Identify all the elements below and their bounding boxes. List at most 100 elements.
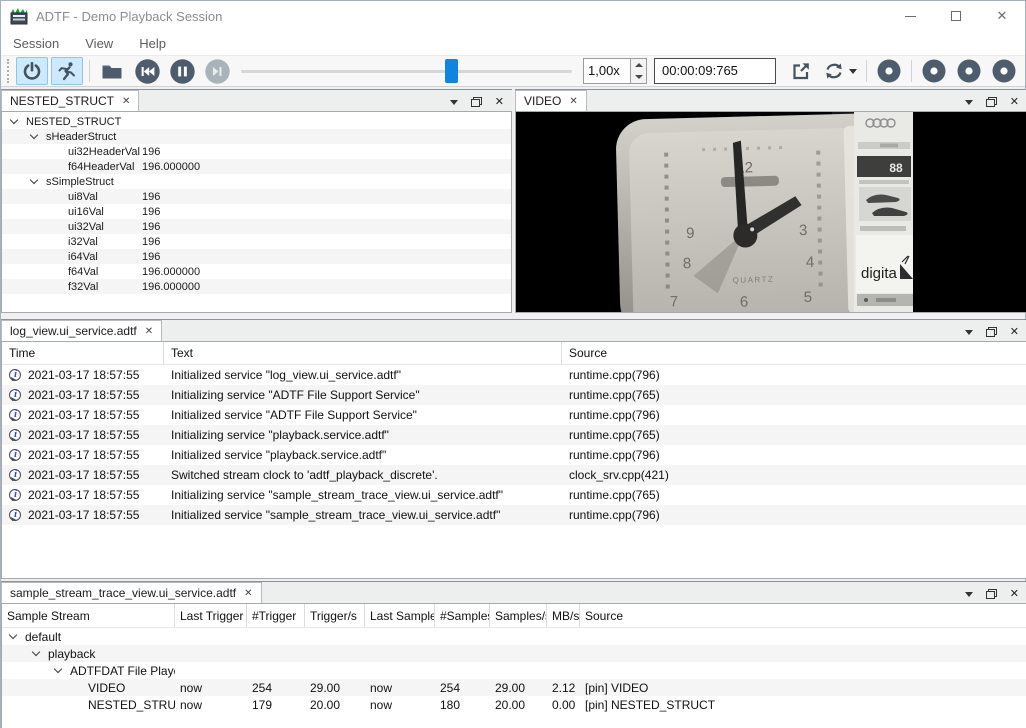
open-external-button[interactable]	[785, 57, 817, 85]
log-text: Initialized service "log_view.ui_service…	[164, 365, 562, 385]
tree-row[interactable]: i64Val196	[2, 249, 511, 264]
col-last-trigger[interactable]: Last Trigger	[175, 604, 247, 627]
speed-down-button[interactable]	[631, 71, 646, 83]
tab-log-view[interactable]: log_view.ui_service.adtf ✕	[1, 320, 162, 341]
speed-value[interactable]: 1,00x	[583, 58, 631, 84]
tab-close-icon[interactable]: ✕	[244, 588, 252, 599]
time-display-field[interactable]: 00:00:09:765	[654, 58, 776, 84]
col-samples-s[interactable]: Samples/s	[490, 604, 547, 627]
panel-float-icon[interactable]	[471, 97, 482, 107]
panel-close-icon[interactable]: ✕	[1010, 327, 1019, 337]
stream-row[interactable]: playback	[2, 645, 1026, 662]
seek-slider-handle[interactable]	[445, 59, 458, 83]
chevron-down-icon[interactable]	[30, 131, 38, 139]
tree-row[interactable]: sHeaderStruct	[2, 129, 511, 144]
close-button[interactable]: ✕	[979, 1, 1025, 31]
chevron-down-icon[interactable]	[32, 648, 40, 656]
power-button[interactable]	[16, 57, 48, 85]
stream-row[interactable]: VIDEO now25429.00now25429.002.12[pin] VI…	[2, 679, 1026, 696]
log-row[interactable]: 2021-03-17 18:57:55 Initialized service …	[2, 445, 1026, 465]
skip-to-start-button[interactable]	[131, 57, 163, 85]
tree-row[interactable]: ui32Val196	[2, 219, 511, 234]
col-time[interactable]: Time	[2, 342, 164, 364]
skip-to-start-icon	[134, 58, 161, 85]
record-marker-button-4[interactable]	[988, 57, 1020, 85]
tab-close-icon[interactable]: ✕	[569, 96, 577, 107]
tree-row[interactable]: ui16Val196	[2, 204, 511, 219]
app-window: ADTF - Demo Playback Session ✕ Session V…	[0, 0, 1026, 728]
panel-float-icon[interactable]	[986, 97, 997, 107]
tab-nested-struct[interactable]: NESTED_STRUCT ✕	[1, 90, 139, 111]
log-text: Switched stream clock to 'adtf_playback_…	[164, 465, 562, 485]
panel-float-icon[interactable]	[986, 589, 997, 599]
open-file-button[interactable]	[96, 57, 128, 85]
col-trigger-s[interactable]: Trigger/s	[305, 604, 365, 627]
menu-session[interactable]: Session	[11, 34, 61, 53]
seek-slider[interactable]	[241, 57, 572, 85]
tree-row[interactable]: f32Val196.000000	[2, 279, 511, 294]
stream-row[interactable]: ADTFDAT File Player	[2, 662, 1026, 679]
log-row[interactable]: 2021-03-17 18:57:55 Switched stream cloc…	[2, 465, 1026, 485]
run-mode-button[interactable]	[51, 57, 83, 85]
loop-playback-button[interactable]	[820, 57, 860, 85]
video-display: 12 3 4 5 6 7 8 9	[515, 111, 1026, 313]
tree-row[interactable]: sSimpleStruct	[2, 174, 511, 189]
log-row[interactable]: 2021-03-17 18:57:55 Initialized service …	[2, 365, 1026, 385]
tree-row[interactable]: f64HeaderVal196.000000	[2, 159, 511, 174]
record-marker-button-1[interactable]	[873, 57, 905, 85]
stream-row[interactable]: NESTED_STRUCT now17920.00now18020.000.00…	[2, 696, 1026, 713]
chevron-down-icon[interactable]	[9, 631, 17, 639]
panel-menu-icon[interactable]	[965, 330, 973, 335]
log-row[interactable]: 2021-03-17 18:57:55 Initializing service…	[2, 425, 1026, 445]
tab-close-icon[interactable]: ✕	[122, 96, 130, 107]
speed-up-button[interactable]	[631, 59, 646, 71]
menu-help[interactable]: Help	[137, 34, 168, 53]
panel-stream-trace: sample_stream_trace_view.ui_service.adtf…	[1, 581, 1026, 728]
tree-row[interactable]: i32Val196	[2, 234, 511, 249]
tab-stream-trace[interactable]: sample_stream_trace_view.ui_service.adtf…	[1, 582, 262, 603]
chevron-down-icon[interactable]	[30, 176, 38, 184]
tab-close-icon[interactable]: ✕	[145, 326, 153, 337]
chevron-down-icon[interactable]	[10, 116, 18, 124]
panel-float-icon[interactable]	[986, 327, 997, 337]
panel-menu-icon[interactable]	[965, 592, 973, 597]
skip-to-end-button[interactable]	[201, 57, 233, 85]
col-last-sample[interactable]: Last Sample	[365, 604, 435, 627]
record-marker-icon	[956, 58, 982, 84]
maximize-button[interactable]	[933, 1, 979, 31]
minimize-button[interactable]	[887, 1, 933, 31]
log-text: Initializing service "playback.service.a…	[164, 425, 562, 445]
panel-close-icon[interactable]: ✕	[1010, 589, 1019, 599]
panel-close-icon[interactable]: ✕	[1010, 97, 1019, 107]
tree-row[interactable]: ui32HeaderVal196	[2, 144, 511, 159]
log-row[interactable]: 2021-03-17 18:57:55 Initializing service…	[2, 485, 1026, 505]
monitor-logo-text: digita	[861, 265, 898, 282]
tab-video[interactable]: VIDEO ✕	[515, 90, 587, 111]
tree-row[interactable]: ui8Val196	[2, 189, 511, 204]
record-marker-button-2[interactable]	[918, 57, 950, 85]
col-mb-s[interactable]: MB/s	[547, 604, 580, 627]
chevron-down-icon[interactable]	[54, 665, 62, 673]
tree-row[interactable]: f64Val196.000000	[2, 264, 511, 279]
panel-menu-icon[interactable]	[965, 100, 973, 105]
toolbar-grip[interactable]	[7, 59, 9, 83]
log-row[interactable]: 2021-03-17 18:57:55 Initialized service …	[2, 505, 1026, 525]
clock-8: 8	[683, 255, 692, 272]
stream-row[interactable]: default	[2, 628, 1026, 645]
record-marker-button-3[interactable]	[953, 57, 985, 85]
pause-button[interactable]	[166, 57, 198, 85]
tree-label: ui32HeaderVal	[68, 146, 140, 158]
tree-row[interactable]: NESTED_STRUCT	[2, 114, 511, 129]
col-num-trigger[interactable]: #Trigger	[247, 604, 305, 627]
log-row[interactable]: 2021-03-17 18:57:55 Initializing service…	[2, 385, 1026, 405]
panel-close-icon[interactable]: ✕	[495, 97, 504, 107]
panel-menu-icon[interactable]	[450, 100, 458, 105]
log-row[interactable]: 2021-03-17 18:57:55 Initialized service …	[2, 405, 1026, 425]
col-sample-stream[interactable]: Sample Stream	[2, 604, 175, 627]
col-num-samples[interactable]: #Samples	[435, 604, 490, 627]
menu-view[interactable]: View	[83, 34, 115, 53]
col-source[interactable]: Source	[580, 604, 1026, 627]
seek-slider-track[interactable]	[241, 70, 572, 73]
col-source[interactable]: Source	[562, 342, 1026, 364]
col-text[interactable]: Text	[164, 342, 562, 364]
